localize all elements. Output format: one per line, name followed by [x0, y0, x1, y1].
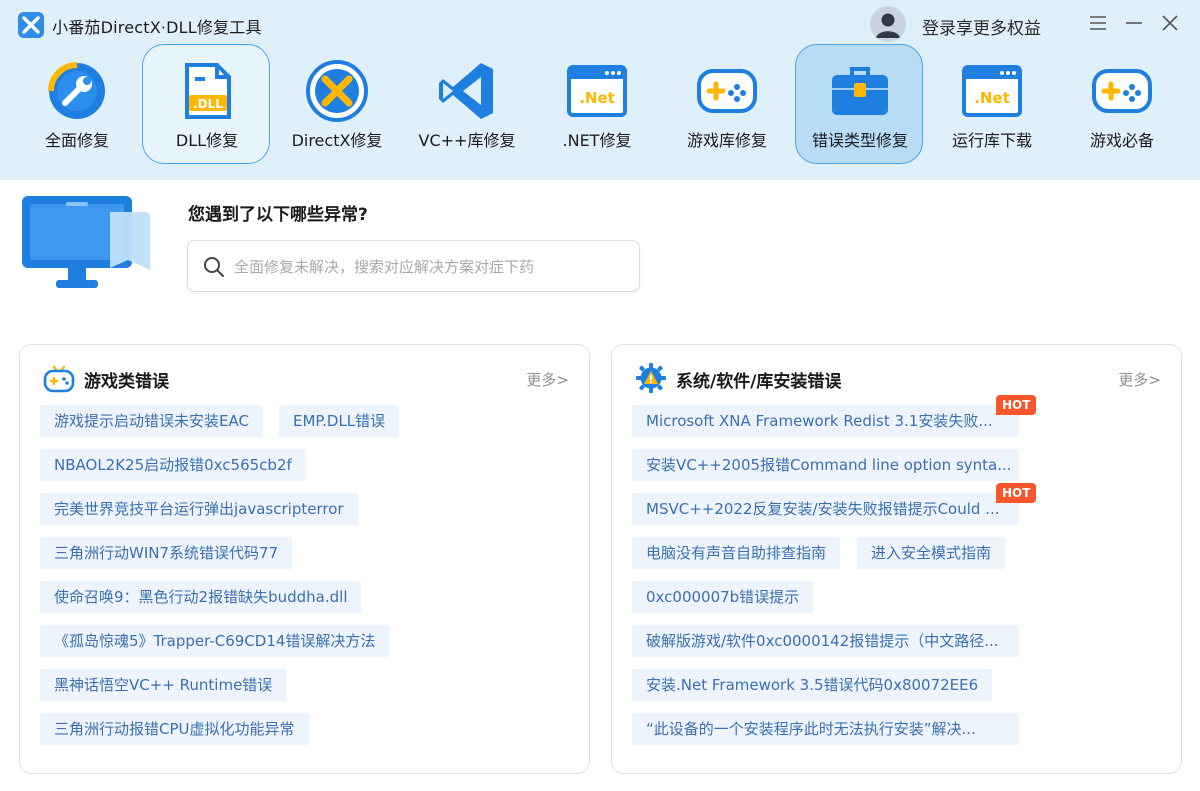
- menu-icon[interactable]: [1085, 10, 1111, 36]
- tool-directx-repair[interactable]: DirectX修复: [272, 44, 400, 164]
- game-errors-card: 游戏类错误 更多> 游戏提示启动错误未安装EAC EMP.DLL错误 NBAOL…: [19, 344, 590, 774]
- gear-warning-icon: [634, 361, 668, 395]
- svg-text:.Net: .Net: [974, 89, 1010, 107]
- tool-dotnet-repair[interactable]: .Net .NET修复: [532, 44, 660, 164]
- tool-label: .NET修复: [562, 131, 632, 150]
- system-error-tag[interactable]: MSVC++2022反复安装/安装失败报错提示Could ...: [632, 493, 1019, 525]
- tool-dll-repair[interactable]: .DLL DLL修复: [142, 44, 270, 164]
- system-errors-card: 系统/软件/库安装错误 更多> Microsoft XNA Framework …: [611, 344, 1182, 774]
- tool-label: 运行库下载: [951, 131, 1032, 150]
- gamepad-essential-icon: [1090, 59, 1154, 123]
- gamepad-outline-icon: [42, 361, 76, 395]
- search-icon[interactable]: [202, 255, 226, 279]
- title-bar: 小番茄DirectX·DLL修复工具 登录享更多权益: [0, 0, 1200, 46]
- game-error-tag[interactable]: 完美世界竞技平台运行弹出javascripterror: [40, 493, 358, 525]
- search-box: [187, 240, 640, 292]
- game-error-tag[interactable]: NBAOL2K25启动报错0xc565cb2f: [40, 449, 306, 481]
- system-error-tag[interactable]: 破解版游戏/软件0xc0000142报错提示（中文路径...: [632, 625, 1019, 657]
- system-error-tag[interactable]: “此设备的一个安装程序此时无法执行安装”解决...: [632, 713, 1019, 745]
- wrench-gauge-icon: [45, 59, 109, 123]
- tool-game-lib-repair[interactable]: 游戏库修复: [662, 44, 790, 164]
- game-error-tag[interactable]: EMP.DLL错误: [279, 405, 400, 437]
- directx-icon: [305, 59, 369, 123]
- question-heading: 您遇到了以下哪些异常?: [188, 205, 368, 225]
- tool-label: 游戏库修复: [686, 131, 767, 150]
- svg-text:.DLL: .DLL: [193, 97, 223, 111]
- app-logo-icon: [18, 12, 44, 38]
- svg-text:.Net: .Net: [579, 89, 615, 107]
- minimize-icon[interactable]: [1121, 10, 1147, 36]
- tool-label: 游戏必备: [1089, 131, 1154, 150]
- tool-error-type-repair[interactable]: 错误类型修复: [795, 44, 923, 164]
- tool-label: 错误类型修复: [811, 131, 908, 150]
- tool-label: VC++库修复: [418, 131, 516, 150]
- hot-badge: HOT: [996, 395, 1037, 415]
- close-icon[interactable]: [1157, 10, 1183, 36]
- search-input[interactable]: [234, 253, 624, 281]
- tool-runtime-download[interactable]: .Net 运行库下载: [927, 44, 1055, 164]
- dotnet-runtime-icon: .Net: [960, 59, 1024, 123]
- gamepad-icon: [695, 59, 759, 123]
- dotnet-icon: .Net: [565, 59, 629, 123]
- game-error-tag[interactable]: 黑神话悟空VC++ Runtime错误: [40, 669, 287, 701]
- dll-file-icon: .DLL: [175, 59, 239, 123]
- toolbox-icon: [828, 59, 892, 123]
- game-error-tag[interactable]: 游戏提示启动错误未安装EAC: [40, 405, 263, 437]
- tool-game-essentials[interactable]: 游戏必备: [1057, 44, 1185, 164]
- more-link[interactable]: 更多>: [526, 369, 569, 390]
- more-link[interactable]: 更多>: [1118, 369, 1161, 390]
- system-error-tag[interactable]: 安装VC++2005报错Command line option synta...: [632, 449, 1019, 481]
- game-error-tag[interactable]: 《孤岛惊魂5》Trapper-C69CD14错误解决方法: [40, 625, 390, 657]
- system-error-tag[interactable]: 进入安全模式指南: [857, 537, 1006, 569]
- toolbar: 全面修复 .DLL DLL修复 DirectX修复 VC++库修复 .Net .…: [0, 44, 1200, 170]
- header: 小番茄DirectX·DLL修复工具 登录享更多权益 全面修复 .DLL DLL…: [0, 0, 1200, 180]
- login-link[interactable]: 登录享更多权益: [922, 14, 1041, 39]
- tool-full-repair[interactable]: 全面修复: [12, 44, 140, 164]
- tool-vc-repair[interactable]: VC++库修复: [402, 44, 530, 164]
- tool-label: 全面修复: [44, 131, 109, 150]
- system-error-tag[interactable]: Microsoft XNA Framework Redist 3.1安装失败..…: [632, 405, 1019, 437]
- vscode-icon: [435, 59, 499, 123]
- card-title: 系统/软件/库安装错误: [676, 372, 842, 392]
- system-error-tag[interactable]: 安装.Net Framework 3.5错误代码0x80072EE6: [632, 669, 993, 701]
- app-title: 小番茄DirectX·DLL修复工具: [52, 18, 262, 37]
- monitor-illustration-icon: [20, 194, 154, 294]
- game-error-tag[interactable]: 三角洲行动WIN7系统错误代码77: [40, 537, 293, 569]
- tool-label: DirectX修复: [291, 131, 383, 150]
- avatar-icon[interactable]: [870, 6, 906, 42]
- card-title: 游戏类错误: [84, 372, 169, 392]
- tool-label: DLL修复: [175, 131, 239, 150]
- system-error-tag[interactable]: 电脑没有声音自助排查指南: [632, 537, 841, 569]
- system-error-tag[interactable]: 0xc000007b错误提示: [632, 581, 814, 613]
- game-error-tag[interactable]: 使命召唤9：黑色行动2报错缺失buddha.dll: [40, 581, 362, 613]
- hot-badge: HOT: [996, 483, 1037, 503]
- game-error-tag[interactable]: 三角洲行动报错CPU虚拟化功能异常: [40, 713, 309, 745]
